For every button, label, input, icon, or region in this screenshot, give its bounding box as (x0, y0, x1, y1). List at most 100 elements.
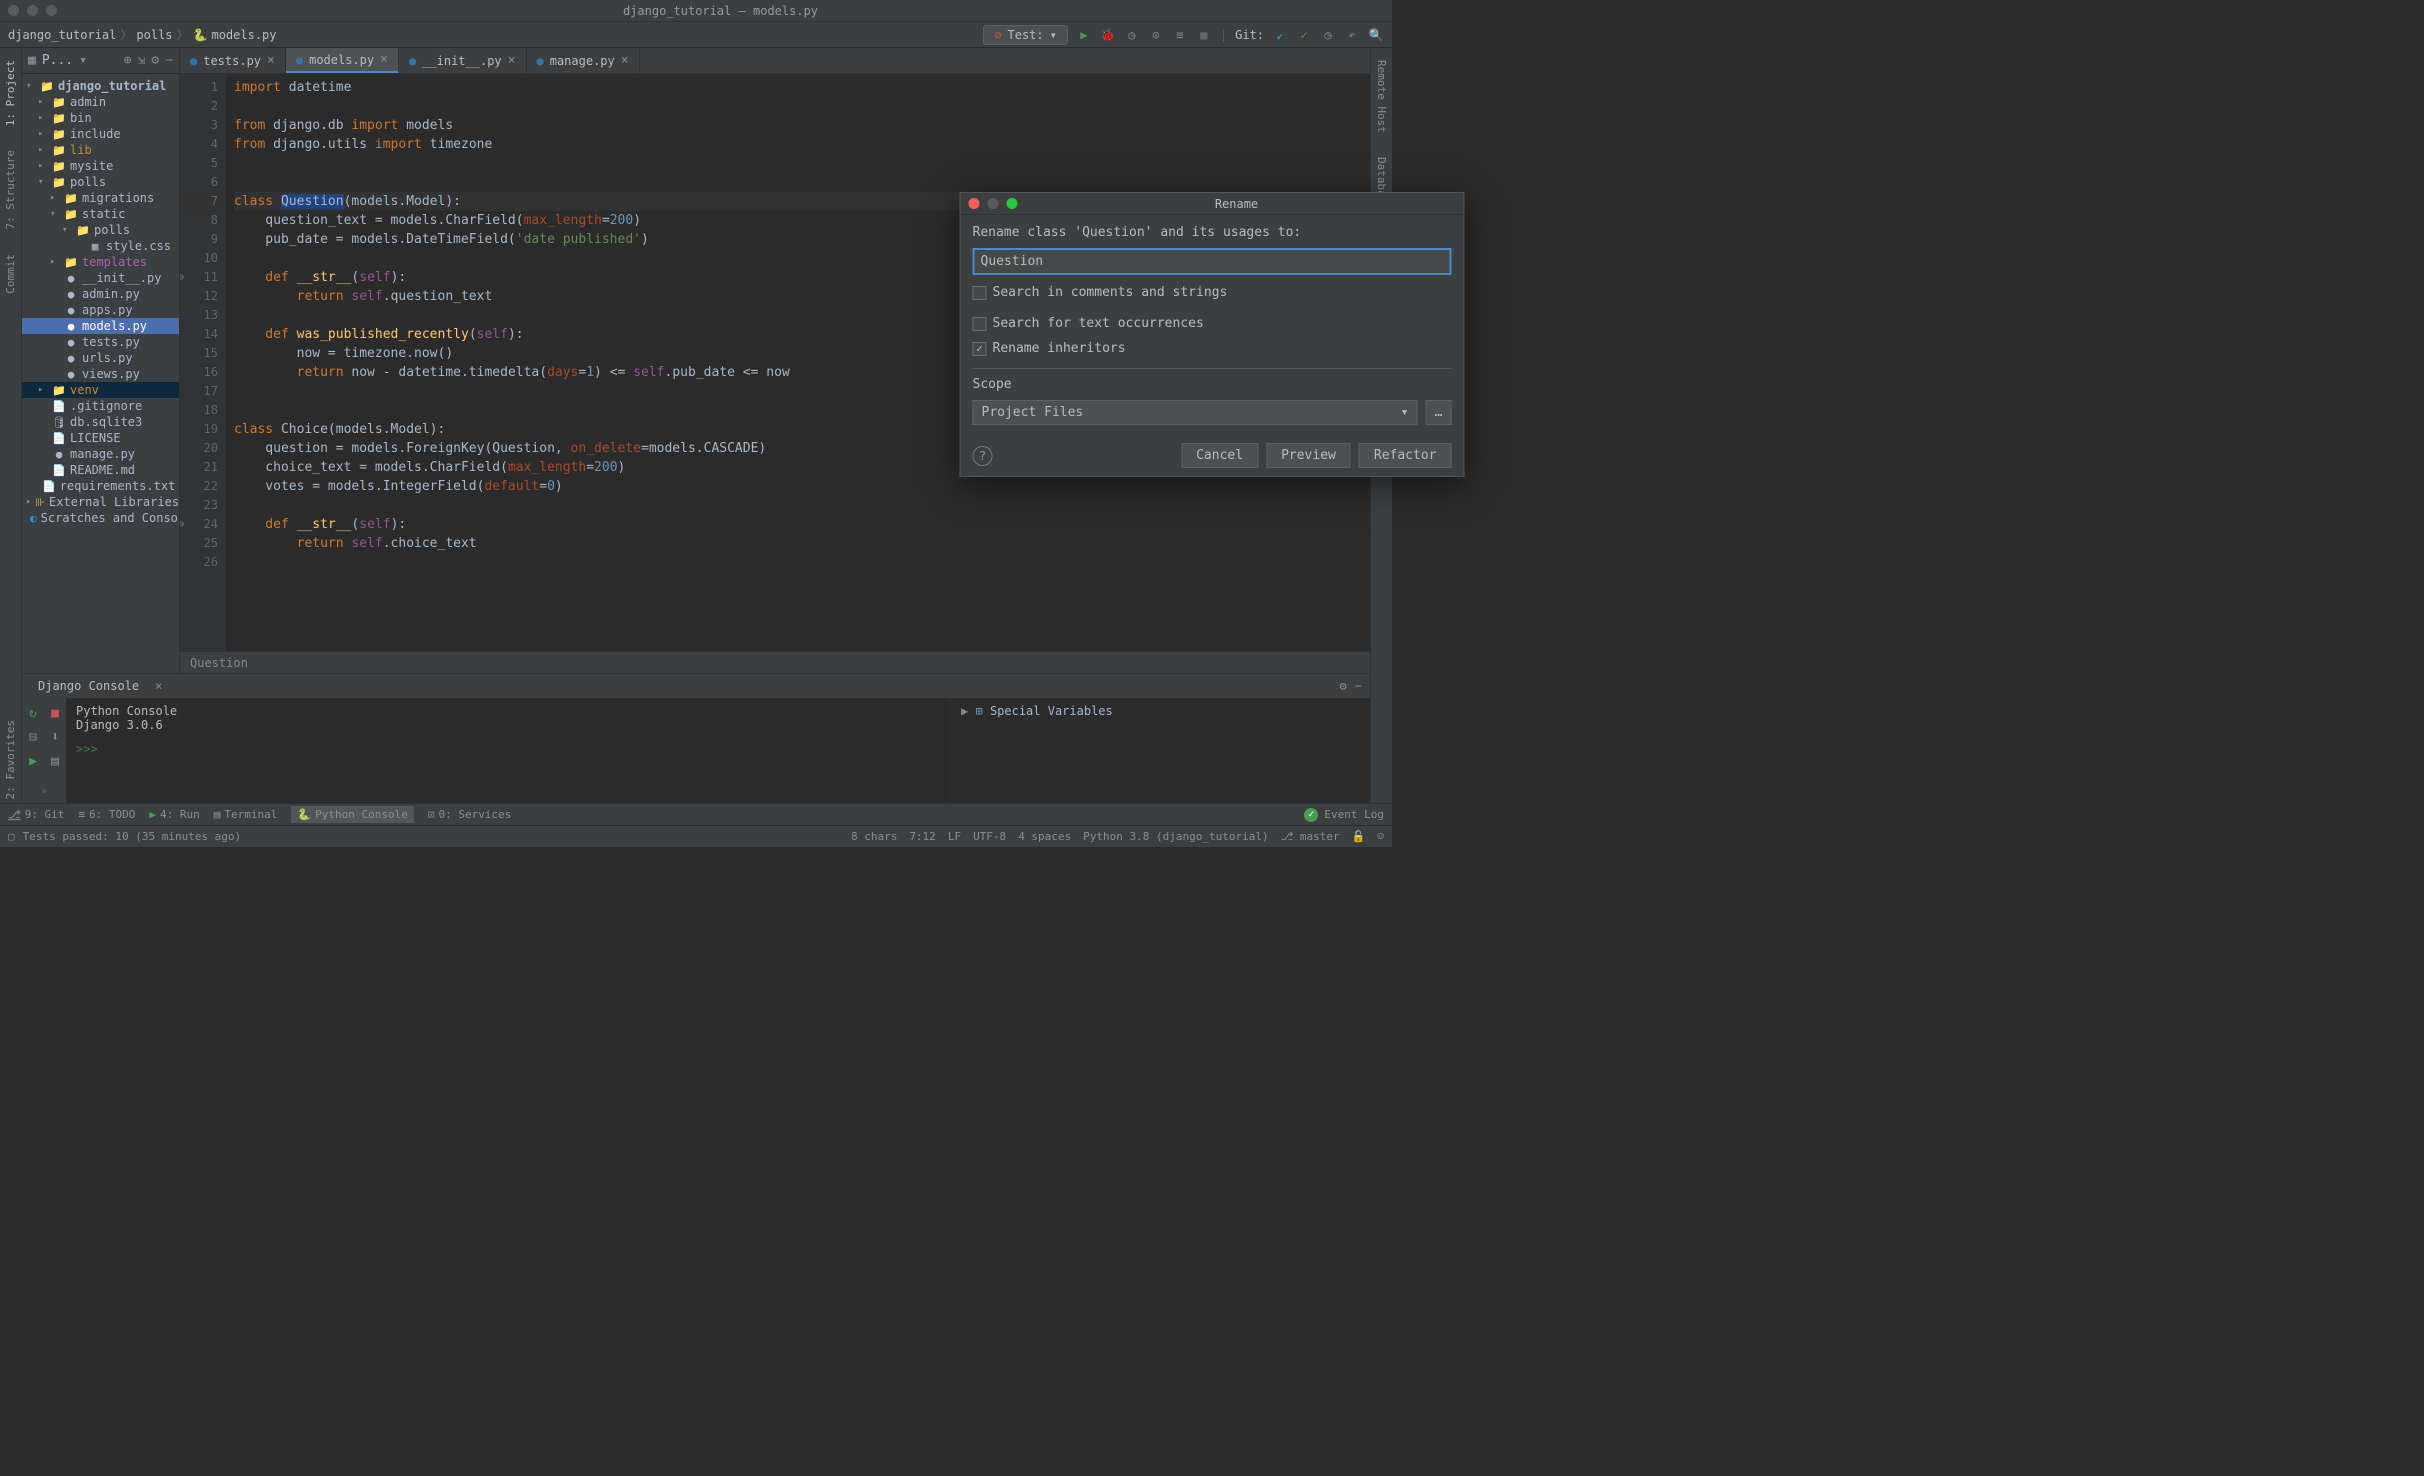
status-branch[interactable]: ⎇ master (1281, 830, 1340, 843)
tree-item[interactable]: ●manage.py (22, 446, 179, 462)
search-comments-checkbox[interactable] (973, 286, 987, 300)
terminal-tool-button[interactable]: ▤ Terminal (214, 808, 278, 821)
tab-close-icon[interactable]: × (155, 679, 162, 693)
stop-icon[interactable]: ■ (46, 704, 64, 722)
tree-item[interactable]: ▾📁polls (22, 222, 179, 238)
dialog-zoom-icon[interactable] (1007, 198, 1018, 209)
tree-item[interactable]: ●views.py (22, 366, 179, 382)
preview-button[interactable]: Preview (1266, 443, 1351, 468)
remote-host-button[interactable]: Remote Host (1375, 56, 1388, 137)
editor-breadcrumb[interactable]: Question (180, 651, 1370, 673)
breadcrumb[interactable]: django_tutorial 〉 polls 〉 🐍 models.py (8, 26, 277, 43)
tree-item[interactable]: ▾📁static (22, 206, 179, 222)
tree-scratches[interactable]: ◐Scratches and Consoles (22, 510, 179, 526)
search-text-checkbox[interactable] (973, 317, 987, 331)
concurrency-icon[interactable]: ≡ (1172, 27, 1188, 43)
console-output[interactable]: Python Console Django 3.0.6 >>> (66, 698, 950, 803)
update-project-icon[interactable]: ↙ (1272, 27, 1288, 43)
tree-item[interactable]: ●urls.py (22, 350, 179, 366)
search-icon[interactable]: 🔍 (1368, 27, 1384, 43)
tree-item[interactable]: ▸📁venv (22, 382, 179, 398)
breadcrumb-part[interactable]: models.py (211, 28, 276, 42)
tab-close-icon[interactable]: × (508, 53, 516, 68)
cancel-button[interactable]: Cancel (1181, 443, 1258, 468)
status-encoding[interactable]: UTF-8 (973, 830, 1006, 843)
tree-item[interactable]: ▸📁migrations (22, 190, 179, 206)
editor-tab[interactable]: ●__init__.py× (399, 48, 527, 73)
editor-tab[interactable]: ●models.py× (286, 48, 399, 73)
tree-item[interactable]: ●tests.py (22, 334, 179, 350)
tab-close-icon[interactable]: × (380, 52, 388, 67)
rename-input[interactable] (973, 248, 1452, 275)
coverage-icon[interactable]: ◷ (1124, 27, 1140, 43)
python-console-tool-button[interactable]: 🐍 Python Console (291, 806, 413, 823)
rollback-icon[interactable]: ↶ (1344, 27, 1360, 43)
history-icon[interactable]: ◷ (1320, 27, 1336, 43)
tree-item[interactable]: 📄LICENSE (22, 430, 179, 446)
console-variables[interactable]: ▶ ⊞ Special Variables (950, 698, 1370, 803)
tree-item[interactable]: ●admin.py (22, 286, 179, 302)
gutter[interactable]: 12345678910⊖11121314151617181920212223⊖2… (180, 74, 226, 651)
console-icon[interactable]: ▤ (46, 752, 64, 770)
breadcrumb-class[interactable]: Question (190, 656, 248, 670)
run-tool-button[interactable]: ▶ 4: Run (149, 808, 199, 821)
commit-tool-button[interactable]: Commit (4, 250, 17, 298)
tab-close-icon[interactable]: × (267, 53, 275, 68)
tree-item[interactable]: ▸📁bin (22, 110, 179, 126)
status-indicator-icon[interactable]: ▢ (8, 830, 15, 843)
tree-item[interactable]: ▸📁include (22, 126, 179, 142)
tab-close-icon[interactable]: × (621, 53, 629, 68)
services-tool-button[interactable]: ⊡ 0: Services (428, 808, 511, 821)
editor-tab[interactable]: ●tests.py× (180, 48, 286, 73)
dialog-close-icon[interactable] (969, 198, 980, 209)
debug-icon[interactable]: 🐞 (1100, 27, 1116, 43)
chevron-down-icon[interactable]: ▾ (79, 53, 87, 68)
scope-select[interactable]: Project Files ▾ (973, 400, 1418, 425)
status-readonly-icon[interactable]: 🔓 (1352, 830, 1366, 843)
status-indent[interactable]: 4 spaces (1018, 830, 1071, 843)
window-minimize-icon[interactable] (27, 5, 38, 16)
commit-icon[interactable]: ✓ (1296, 27, 1312, 43)
tree-item[interactable]: ●__init__.py (22, 270, 179, 286)
run-icon[interactable]: ▶ (1076, 27, 1092, 43)
stop-icon[interactable]: ■ (1196, 27, 1212, 43)
gear-icon[interactable]: ⚙ (1340, 679, 1347, 693)
profile-icon[interactable]: ⊙ (1148, 27, 1164, 43)
editor-tab[interactable]: ●manage.py× (527, 48, 640, 73)
tree-item[interactable]: ▸📁admin (22, 94, 179, 110)
tree-item[interactable]: ▾📁polls (22, 174, 179, 190)
tree-item[interactable]: ▸📁templates (22, 254, 179, 270)
status-position[interactable]: 7:12 (909, 830, 936, 843)
run-icon[interactable]: ▶ (24, 752, 42, 770)
download-icon[interactable]: ⬇ (46, 728, 64, 746)
tree-item[interactable]: 🛢db.sqlite3 (22, 414, 179, 430)
help-icon[interactable]: ? (973, 446, 993, 466)
tree-root[interactable]: ▾📁django_tutorial (22, 78, 179, 94)
rerun-icon[interactable]: ↻ (24, 704, 42, 722)
tree-ext-lib[interactable]: ▸⊪External Libraries (22, 494, 179, 510)
refactor-button[interactable]: Refactor (1359, 443, 1452, 468)
hide-icon[interactable]: − (1355, 679, 1362, 693)
django-console-tab[interactable]: Django Console (30, 677, 147, 695)
project-selector[interactable]: P... (42, 53, 73, 68)
tree-item[interactable]: ●models.py (22, 318, 179, 334)
run-config-selector[interactable]: ⊘ Test: ▾ (983, 25, 1068, 45)
status-interpreter[interactable]: Python 3.8 (django_tutorial) (1083, 830, 1268, 843)
tree-item[interactable]: 📄requirements.txt (22, 478, 179, 494)
status-lineending[interactable]: LF (948, 830, 961, 843)
tree-item[interactable]: 📄README.md (22, 462, 179, 478)
expand-icon[interactable]: ⇲ (138, 53, 146, 68)
project-tool-button[interactable]: 1: Project (4, 56, 17, 130)
window-close-icon[interactable] (8, 5, 19, 16)
tree-item[interactable]: ▦style.css (22, 238, 179, 254)
tree-item[interactable]: ▸📁mysite (22, 158, 179, 174)
gear-icon[interactable]: ⚙ (151, 53, 159, 68)
breadcrumb-part[interactable]: polls (136, 28, 172, 42)
hide-icon[interactable]: − (165, 53, 173, 68)
event-log-button[interactable]: Event Log (1324, 808, 1384, 821)
rename-inheritors-checkbox[interactable] (973, 342, 987, 356)
status-inspection-icon[interactable]: ☺ (1377, 830, 1384, 843)
todo-tool-button[interactable]: ≡ 6: TODO (78, 808, 135, 821)
window-zoom-icon[interactable] (46, 5, 57, 16)
project-tree[interactable]: ▾📁django_tutorial▸📁admin▸📁bin▸📁include ▸📁… (22, 74, 179, 673)
